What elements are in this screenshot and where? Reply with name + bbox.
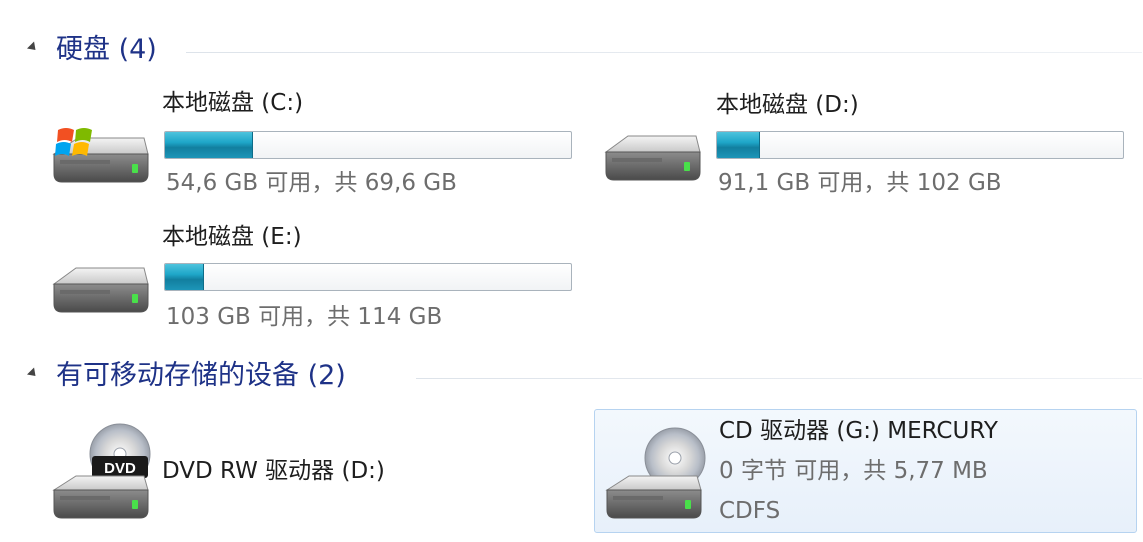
cd-drive-icon (605, 427, 706, 519)
cd-drive[interactable]: CD 驱动器 (G:) MERCURY 0 字节 可用，共 5,77 MB CD… (594, 409, 1137, 533)
section-divider (186, 52, 1142, 53)
drive-free-space: 54,6 GB 可用，共 69,6 GB (166, 170, 457, 196)
drive-name: CD 驱动器 (G:) MERCURY (719, 418, 998, 444)
section-title: 有可移动存储的设备 (2) (56, 360, 346, 391)
hard-drive-icon (52, 267, 149, 313)
collapse-arrow-icon[interactable] (26, 367, 40, 380)
drive-name: DVD RW 驱动器 (D:) (162, 458, 385, 484)
drive-name: 本地磁盘 (C:) (158, 88, 308, 118)
drive-file-system: CDFS (719, 498, 781, 524)
dvd-rw-drive[interactable]: DVD DVD RW 驱动器 (D:) (40, 410, 580, 530)
section-header-removable[interactable]: 有可移动存储的设备 (2) (26, 356, 1142, 396)
capacity-bar (164, 131, 572, 159)
capacity-fill (717, 132, 761, 158)
drive-c[interactable]: 本地磁盘 (C:) 54,6 GB 可用，共 69,6 GB (40, 88, 580, 200)
section-divider (416, 378, 1142, 379)
collapse-arrow-icon[interactable] (26, 41, 40, 54)
drive-free-space: 91,1 GB 可用，共 102 GB (718, 170, 1002, 196)
capacity-bar (164, 263, 572, 291)
windows-system-drive-icon (52, 128, 149, 183)
capacity-bar (716, 131, 1124, 159)
capacity-fill (165, 264, 204, 290)
drive-name: 本地磁盘 (E:) (158, 222, 306, 252)
section-header-hard-disks[interactable]: 硬盘 (4) (26, 30, 1142, 70)
drive-free-space: 103 GB 可用，共 114 GB (166, 304, 443, 330)
drive-e[interactable]: 本地磁盘 (E:) 103 GB 可用，共 114 GB (40, 220, 580, 332)
dvd-icon-label: DVD (104, 460, 136, 477)
drive-name: 本地磁盘 (D:) (712, 90, 863, 120)
capacity-fill (165, 132, 253, 158)
drive-d[interactable]: 本地磁盘 (D:) 91,1 GB 可用，共 102 GB (594, 88, 1134, 200)
section-title: 硬盘 (4) (56, 34, 157, 65)
drive-free-space: 0 字节 可用，共 5,77 MB (719, 458, 988, 484)
dvd-drive-icon: DVD (52, 423, 151, 519)
hard-drive-icon (604, 135, 701, 181)
